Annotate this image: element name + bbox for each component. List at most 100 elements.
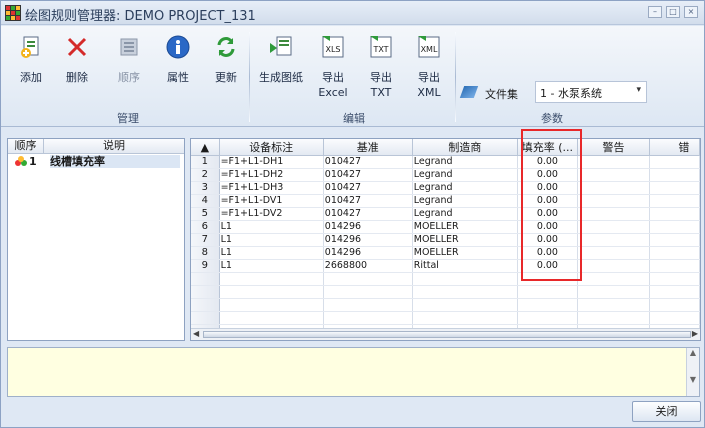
device-cell[interactable]: =F1+L1-DV1	[219, 194, 324, 208]
manufacturer-cell[interactable]	[412, 285, 519, 299]
device-cell[interactable]: L1	[219, 220, 324, 234]
fill-rate-cell[interactable]	[517, 285, 578, 299]
scroll-right-icon[interactable]: ▶	[692, 329, 698, 338]
update-button[interactable]: 更新	[204, 34, 248, 85]
basis-cell[interactable]	[323, 272, 413, 286]
row-number[interactable]: 7	[191, 233, 220, 247]
basis-column-header[interactable]: 基准	[323, 139, 413, 156]
row-number[interactable]: 1	[191, 155, 220, 169]
scroll-thumb[interactable]	[203, 331, 691, 338]
row-number[interactable]: 5	[191, 207, 220, 221]
warning-cell[interactable]	[577, 155, 651, 169]
close-button[interactable]: 关闭	[632, 401, 701, 422]
fill-rate-column-header[interactable]: 填充率 (...	[517, 139, 578, 156]
warning-cell[interactable]	[577, 272, 651, 286]
device-cell[interactable]: =F1+L1-DH1	[219, 155, 324, 169]
fill-rate-cell[interactable]: 0.00	[517, 194, 578, 208]
basis-cell[interactable]: 014296	[323, 246, 413, 260]
order-button[interactable]: 顺序	[107, 34, 151, 85]
basis-cell[interactable]: 2668800	[323, 259, 413, 273]
device-column-header[interactable]: 设备标注	[219, 139, 324, 156]
manufacturer-cell[interactable]: Rittal	[412, 259, 519, 273]
error-cell[interactable]	[649, 181, 700, 195]
error-cell[interactable]	[649, 168, 700, 182]
error-cell[interactable]	[649, 194, 700, 208]
details-pane[interactable]: ▲ ▼	[7, 347, 700, 397]
warning-cell[interactable]	[577, 220, 651, 234]
row-number[interactable]: 4	[191, 194, 220, 208]
manufacturer-cell[interactable]	[412, 272, 519, 286]
error-cell[interactable]	[649, 233, 700, 247]
manufacturer-cell[interactable]: MOELLER	[412, 246, 519, 260]
error-cell[interactable]	[649, 155, 700, 169]
fill-rate-cell[interactable]: 0.00	[517, 207, 578, 221]
fill-rate-cell[interactable]: 0.00	[517, 168, 578, 182]
row-number[interactable]: 9	[191, 259, 220, 273]
device-cell[interactable]	[219, 298, 324, 312]
warning-cell[interactable]	[577, 246, 651, 260]
basis-cell[interactable]: 014296	[323, 233, 413, 247]
table-row[interactable]	[191, 272, 700, 286]
rule-row[interactable]: 1 线槽填充率	[10, 155, 182, 168]
row-header-corner[interactable]: ▲	[191, 139, 220, 156]
row-number[interactable]: 6	[191, 220, 220, 234]
minimize-button[interactable]: –	[648, 6, 662, 18]
warning-cell[interactable]	[577, 298, 651, 312]
warning-cell[interactable]	[577, 194, 651, 208]
fill-rate-cell[interactable]: 0.00	[517, 181, 578, 195]
warning-cell[interactable]	[577, 259, 651, 273]
basis-cell[interactable]: 010427	[323, 207, 413, 221]
vertical-scrollbar[interactable]: ▲ ▼	[686, 348, 699, 396]
fill-rate-cell[interactable]	[517, 298, 578, 312]
export-xml-button[interactable]: XML 导出 XML	[407, 34, 451, 100]
row-number[interactable]: 8	[191, 246, 220, 260]
fill-rate-cell[interactable]	[517, 311, 578, 325]
fill-rate-cell[interactable]: 0.00	[517, 155, 578, 169]
scroll-left-icon[interactable]: ◀	[193, 329, 199, 338]
generate-drawing-button[interactable]: 生成图纸	[255, 34, 307, 85]
properties-button[interactable]: 属性	[156, 34, 200, 85]
fill-rate-cell[interactable]: 0.00	[517, 259, 578, 273]
row-number[interactable]	[191, 311, 220, 325]
table-row[interactable]: 6 L1 014296 MOELLER 0.00	[191, 220, 700, 234]
row-number[interactable]	[191, 285, 220, 299]
fill-rate-cell[interactable]: 0.00	[517, 246, 578, 260]
basis-cell[interactable]: 014296	[323, 220, 413, 234]
manufacturer-cell[interactable]	[412, 311, 519, 325]
manufacturer-cell[interactable]: Legrand	[412, 207, 519, 221]
error-cell[interactable]	[649, 259, 700, 273]
device-cell[interactable]	[219, 272, 324, 286]
table-row[interactable]: 7 L1 014296 MOELLER 0.00	[191, 233, 700, 247]
table-row[interactable]: 4 =F1+L1-DV1 010427 Legrand 0.00	[191, 194, 700, 208]
basis-cell[interactable]: 010427	[323, 168, 413, 182]
warning-cell[interactable]	[577, 181, 651, 195]
manufacturer-cell[interactable]: Legrand	[412, 194, 519, 208]
manufacturer-cell[interactable]: MOELLER	[412, 233, 519, 247]
warning-cell[interactable]	[577, 285, 651, 299]
basis-cell[interactable]: 010427	[323, 194, 413, 208]
basis-cell[interactable]: 010427	[323, 155, 413, 169]
basis-cell[interactable]	[323, 311, 413, 325]
order-column-header[interactable]: 顺序	[8, 139, 44, 153]
error-cell[interactable]	[649, 285, 700, 299]
add-button[interactable]: 添加	[9, 34, 53, 85]
description-column-header[interactable]: 说明	[44, 139, 184, 153]
horizontal-scrollbar[interactable]: ◀ ▶	[191, 328, 700, 340]
warning-cell[interactable]	[577, 168, 651, 182]
maximize-button[interactable]: □	[666, 6, 680, 18]
basis-cell[interactable]	[323, 285, 413, 299]
close-window-button[interactable]: ×	[684, 6, 698, 18]
error-cell[interactable]	[649, 207, 700, 221]
basis-cell[interactable]: 010427	[323, 181, 413, 195]
error-cell[interactable]	[649, 272, 700, 286]
device-cell[interactable]	[219, 285, 324, 299]
basis-cell[interactable]	[323, 298, 413, 312]
export-txt-button[interactable]: TXT 导出 TXT	[359, 34, 403, 100]
error-cell[interactable]	[649, 311, 700, 325]
table-row[interactable]: 9 L1 2668800 Rittal 0.00	[191, 259, 700, 273]
export-excel-button[interactable]: XLS 导出 Excel	[311, 34, 355, 100]
fileset-dropdown[interactable]: 1 - 水泵系统 ▾	[535, 81, 647, 103]
table-row[interactable]: 3 =F1+L1-DH3 010427 Legrand 0.00	[191, 181, 700, 195]
manufacturer-cell[interactable]: Legrand	[412, 168, 519, 182]
device-cell[interactable]: L1	[219, 233, 324, 247]
